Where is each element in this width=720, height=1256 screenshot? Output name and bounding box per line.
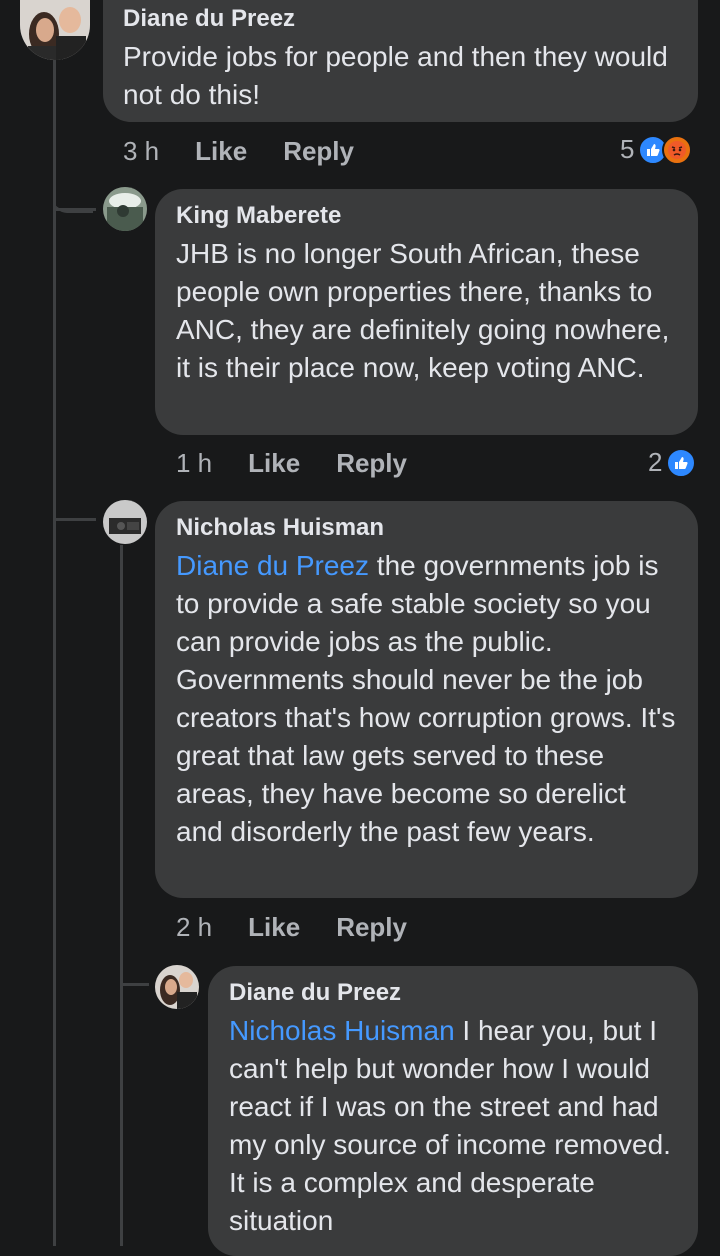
comment-text: Nicholas Huisman I hear you, but I can't…: [229, 1012, 678, 1240]
reaction-count: 5: [620, 134, 635, 164]
comment-time[interactable]: 1 h: [176, 448, 212, 479]
reaction-count: 2: [648, 447, 663, 477]
comment-bubble-diane-reply[interactable]: Diane du Preez Nicholas Huisman I hear y…: [208, 966, 698, 1256]
comment-time[interactable]: 3 h: [123, 136, 159, 167]
comment-time[interactable]: 2 h: [176, 912, 212, 943]
avatar-nicholas-photo: [103, 500, 147, 544]
comment-actions-diane: 3 h Like Reply: [123, 136, 390, 167]
comment-actions-king: 1 h Like Reply: [176, 448, 443, 479]
comment-author[interactable]: King Maberete: [176, 201, 678, 231]
avatar-diane-reply[interactable]: [155, 965, 199, 1009]
angry-icon: [662, 134, 693, 165]
comment-bubble-diane[interactable]: Diane du Preez Provide jobs for people a…: [103, 0, 698, 122]
reactions-diane[interactable]: 5: [620, 134, 693, 165]
comment-author[interactable]: Diane du Preez: [229, 978, 678, 1008]
thread-connector-diane-reply-h: [123, 983, 149, 986]
thread-connector-king-h: [56, 208, 96, 211]
comment-body: I hear you, but I can't help but wonder …: [229, 1015, 671, 1236]
reply-button[interactable]: Reply: [336, 448, 407, 479]
avatar-king-photo: [103, 187, 147, 231]
avatar-diane-reply-photo: [155, 965, 199, 1009]
comment-text: Provide jobs for people and then they wo…: [123, 41, 668, 110]
thread-connector-nicholas-h: [56, 518, 96, 521]
avatar-diane-photo: [20, 0, 90, 60]
comment-body: the governments job is to provide a safe…: [176, 550, 676, 847]
comment-bubble-nicholas[interactable]: Nicholas Huisman Diane du Preez the gove…: [155, 501, 698, 898]
like-button[interactable]: Like: [248, 912, 300, 943]
thread-line-main: [53, 60, 56, 1246]
comment-text: JHB is no longer South African, these pe…: [176, 238, 670, 383]
like-button[interactable]: Like: [248, 448, 300, 479]
mention-link[interactable]: Nicholas Huisman: [229, 1015, 455, 1046]
comment-text: Diane du Preez the governments job is to…: [176, 547, 678, 851]
thread-line-nicholas: [120, 545, 123, 1246]
mention-link[interactable]: Diane du Preez: [176, 550, 369, 581]
avatar-king[interactable]: [103, 187, 147, 231]
like-icon: [666, 447, 697, 478]
avatar-diane[interactable]: [20, 0, 90, 60]
reactions-king[interactable]: 2: [648, 447, 697, 478]
comment-author[interactable]: Nicholas Huisman: [176, 513, 678, 543]
comment-actions-nicholas: 2 h Like Reply: [176, 912, 443, 943]
comment-author[interactable]: Diane du Preez: [123, 4, 678, 34]
like-button[interactable]: Like: [195, 136, 247, 167]
reply-button[interactable]: Reply: [283, 136, 354, 167]
comment-bubble-king[interactable]: King Maberete JHB is no longer South Afr…: [155, 189, 698, 435]
reply-button[interactable]: Reply: [336, 912, 407, 943]
avatar-nicholas[interactable]: [103, 500, 147, 544]
